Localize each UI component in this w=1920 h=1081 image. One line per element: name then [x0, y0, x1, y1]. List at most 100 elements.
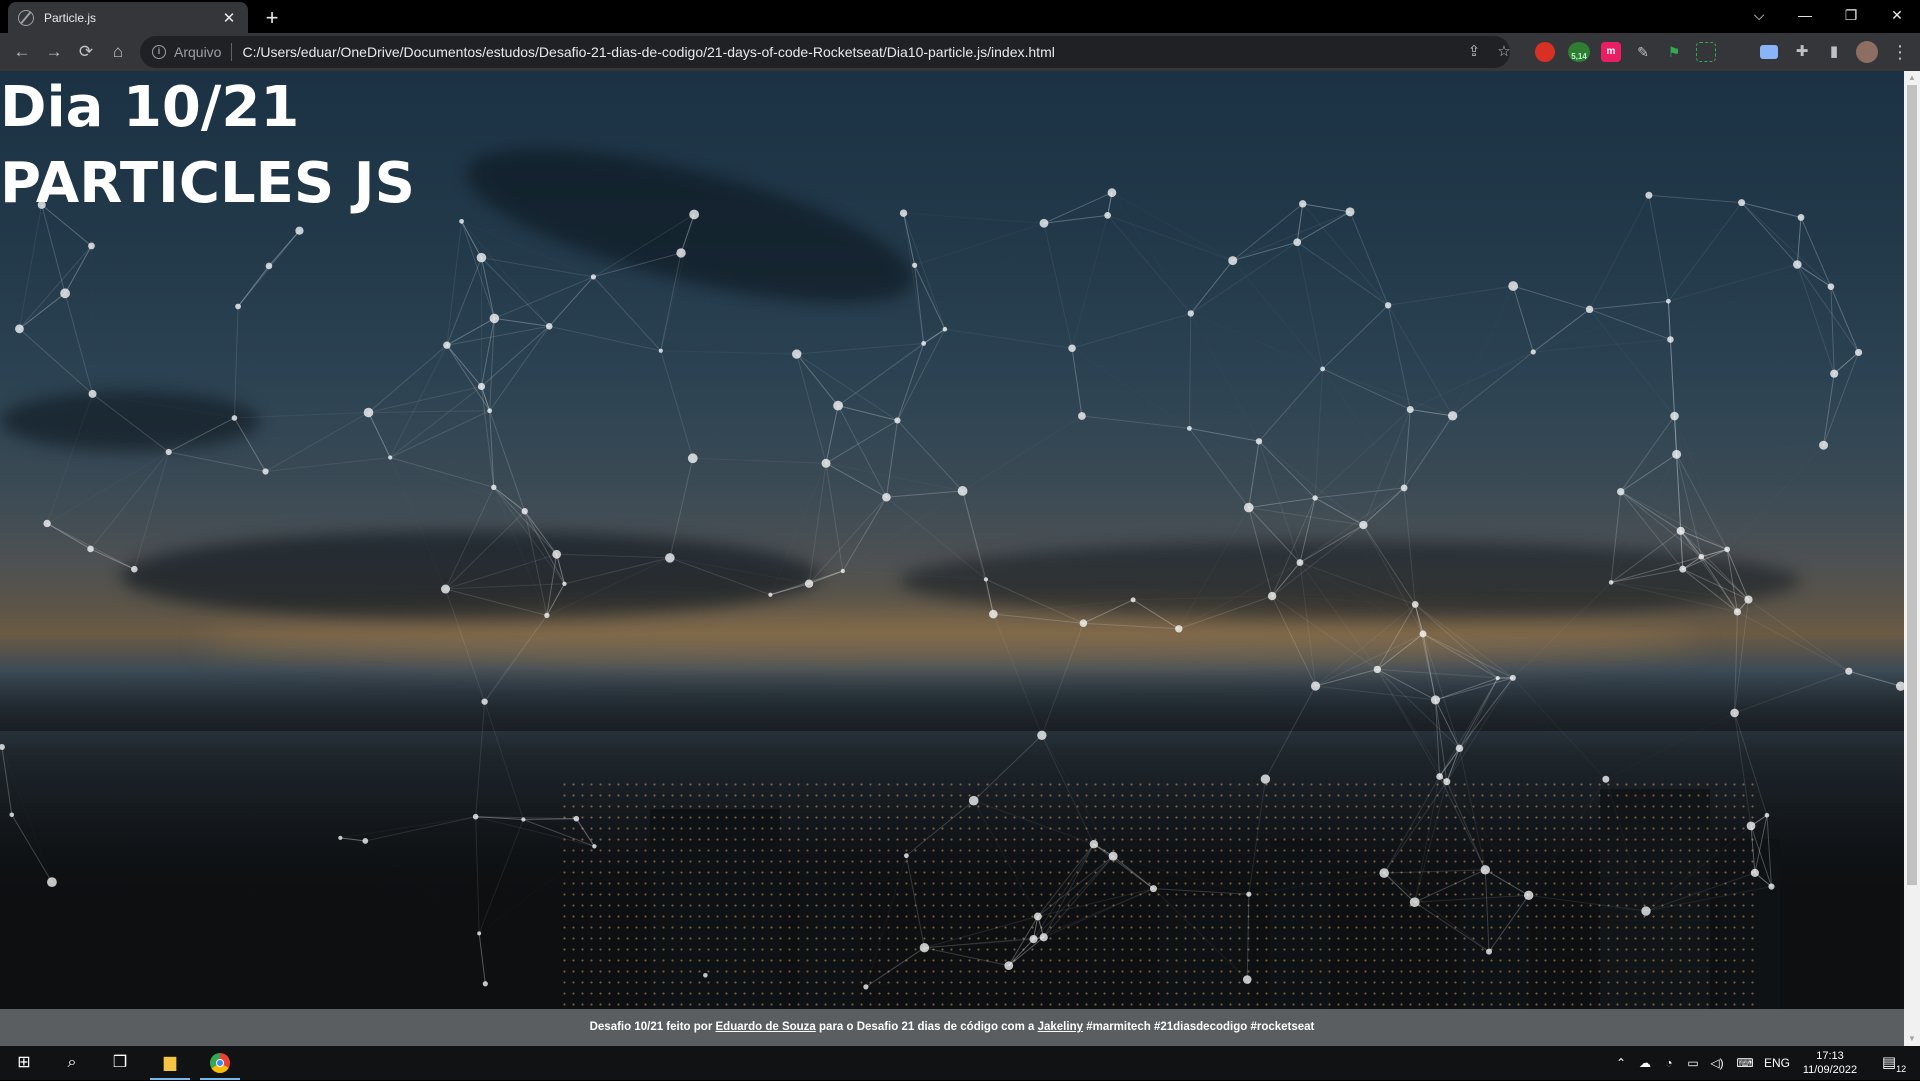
- particle-link: [1529, 779, 1606, 895]
- new-tab-button[interactable]: +: [258, 4, 286, 32]
- extension-badge-icon[interactable]: 5,14: [1568, 42, 1590, 62]
- url-text[interactable]: C:/Users/eduar/OneDrive/Documentos/estud…: [242, 44, 1054, 60]
- particle-dot: [1299, 200, 1306, 207]
- notification-center-icon[interactable]: ▤12: [1874, 1046, 1914, 1080]
- extension-flag-icon[interactable]: ⚑: [1664, 42, 1684, 62]
- particle-link: [1363, 525, 1415, 604]
- page-scrollbar[interactable]: ▲ ▼: [1904, 71, 1920, 1046]
- particle-link: [897, 343, 923, 420]
- particle-link: [1459, 748, 1605, 779]
- tray-chevron-icon[interactable]: ⌃: [1610, 1046, 1632, 1080]
- forward-button[interactable]: →: [40, 38, 68, 66]
- battery-icon[interactable]: ▭: [1682, 1046, 1704, 1080]
- profile-avatar[interactable]: [1856, 41, 1878, 63]
- extension-screenshot-icon[interactable]: [1696, 42, 1716, 62]
- particle-link: [1824, 374, 1835, 446]
- particle-link: [1316, 686, 1436, 700]
- clock-time: 17:13: [1790, 1049, 1870, 1063]
- particle-link: [670, 558, 771, 595]
- particle-link: [1533, 301, 1668, 352]
- particle-link: [1259, 369, 1323, 441]
- particle-link: [1459, 748, 1485, 870]
- language-indicator[interactable]: ENG: [1760, 1046, 1794, 1080]
- particle-link: [269, 231, 299, 266]
- chrome-icon[interactable]: [196, 1046, 244, 1080]
- particle-dot: [235, 304, 241, 310]
- particle-link: [446, 487, 494, 589]
- browser-tab[interactable]: Particle.js ✕: [8, 2, 248, 33]
- volume-icon[interactable]: ◁): [1706, 1046, 1728, 1080]
- particle-link: [446, 589, 485, 702]
- particle-link: [1072, 215, 1108, 348]
- particle-link: [490, 326, 550, 410]
- scroll-up-arrow-icon[interactable]: ▲: [1904, 71, 1920, 85]
- onedrive-icon[interactable]: ☁: [1634, 1046, 1656, 1080]
- particle-link: [1384, 873, 1529, 895]
- particle-link: [1649, 195, 1742, 202]
- restore-button[interactable]: ❐: [1828, 0, 1874, 30]
- scrollbar-thumb[interactable]: [1907, 85, 1917, 885]
- particle-dot: [1670, 412, 1679, 421]
- keyboard-icon[interactable]: ⌨: [1732, 1046, 1758, 1080]
- particle-dot: [1677, 527, 1685, 535]
- extensions-puzzle-icon[interactable]: ✚: [1788, 38, 1816, 66]
- particle-link: [1423, 634, 1513, 678]
- particle-link: [485, 615, 547, 701]
- particle-link: [47, 394, 92, 524]
- close-window-button[interactable]: ✕: [1874, 0, 1920, 30]
- scroll-down-arrow-icon[interactable]: ▼: [1904, 1032, 1920, 1046]
- particle-dot: [1828, 283, 1835, 290]
- tab-close-button[interactable]: ✕: [220, 9, 238, 27]
- search-icon[interactable]: ⌕: [48, 1046, 96, 1080]
- footer-author-link[interactable]: Eduardo de Souza: [716, 1021, 816, 1033]
- windows-start-icon[interactable]: ⊞: [0, 1046, 48, 1080]
- particle-dot: [1496, 676, 1500, 680]
- particle-dot: [1040, 219, 1049, 228]
- menu-kebab-icon[interactable]: ⋮: [1886, 38, 1914, 66]
- particle-link: [390, 457, 445, 589]
- particle-dot: [1346, 207, 1355, 216]
- particle-link: [1044, 844, 1094, 937]
- taskbar-clock[interactable]: 17:13 11/09/2022: [1790, 1049, 1870, 1077]
- particle-dot: [1374, 666, 1381, 673]
- wifi-icon[interactable]: ◔: [1658, 1046, 1680, 1080]
- particle-link: [1415, 895, 1529, 902]
- particle-dot: [88, 243, 95, 250]
- extension-screen-icon[interactable]: [1760, 45, 1778, 59]
- footer-prefix: Desafio 10/21 feito por: [590, 1021, 716, 1033]
- extension-pink-icon[interactable]: m: [1601, 42, 1621, 62]
- bookmark-star-icon[interactable]: ☆: [1490, 38, 1518, 66]
- reload-button[interactable]: ⟳: [72, 38, 100, 66]
- back-button[interactable]: ←: [8, 38, 36, 66]
- particle-dot: [822, 459, 831, 468]
- footer-partner-link[interactable]: Jakeliny: [1038, 1021, 1083, 1033]
- particle-dot: [473, 814, 479, 820]
- address-bar[interactable]: i Arquivo C:/Users/eduar/OneDrive/Docume…: [140, 36, 1510, 68]
- file-explorer-icon[interactable]: ▆: [146, 1046, 194, 1080]
- site-info-icon[interactable]: i: [152, 45, 166, 59]
- particle-link: [1247, 894, 1249, 979]
- particle-dot: [47, 877, 57, 887]
- side-panel-icon[interactable]: ▮: [1820, 38, 1848, 66]
- particle-dot: [1037, 731, 1046, 740]
- particle-link: [485, 584, 565, 702]
- particle-link: [368, 413, 493, 488]
- particle-link: [549, 326, 661, 350]
- particle-link: [1529, 895, 1646, 911]
- minimize-button[interactable]: —: [1782, 0, 1828, 30]
- task-view-icon[interactable]: ❒: [96, 1046, 144, 1080]
- extension-red-icon[interactable]: [1535, 42, 1555, 62]
- share-icon[interactable]: ⇪: [1460, 38, 1488, 66]
- particle-link: [866, 948, 925, 987]
- home-button[interactable]: ⌂: [104, 38, 132, 66]
- extension-pen-icon[interactable]: ✎: [1633, 42, 1653, 62]
- particle-link: [557, 554, 565, 583]
- particle-link: [1179, 596, 1272, 629]
- tab-search-button[interactable]: ⌵: [1736, 0, 1782, 30]
- particle-dot: [1765, 813, 1770, 818]
- particle-link: [1259, 441, 1315, 498]
- particle-dot: [1481, 865, 1490, 874]
- particle-link: [1737, 612, 1848, 671]
- particle-link: [1611, 569, 1683, 582]
- particle-link: [906, 856, 1037, 917]
